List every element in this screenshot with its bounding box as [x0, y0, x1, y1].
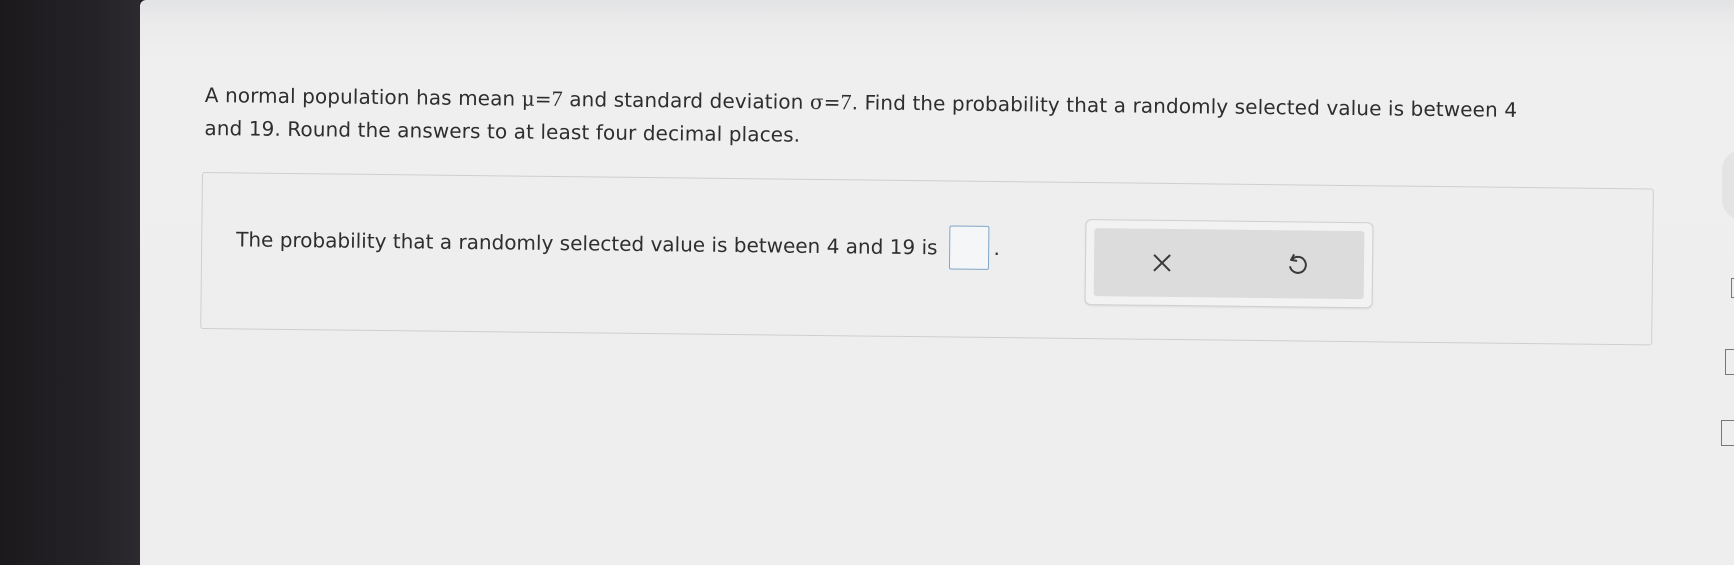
undo-button[interactable]	[1266, 239, 1327, 290]
close-icon	[1152, 254, 1171, 272]
mu-value: 7	[551, 85, 563, 112]
question-text-part4: and 19. Round the answers to at least fo…	[204, 115, 801, 147]
answer-tools	[1084, 219, 1374, 309]
sigma-symbol: σ	[809, 89, 824, 115]
undo-icon	[1288, 253, 1307, 274]
question-text-part2: and standard deviation	[562, 87, 811, 114]
answer-panel: The probability that a randomly selected…	[200, 172, 1654, 346]
equals-sign-1: =	[534, 86, 552, 111]
answer-tools-toolbar	[1093, 228, 1365, 300]
answer-period: .	[993, 235, 1001, 261]
mu-symbol: μ	[521, 86, 535, 111]
answer-line: The probability that a randomly selected…	[236, 217, 1000, 270]
question-text-part1: A normal population has mean	[204, 82, 522, 111]
side-toolbar-icon-3[interactable]	[1721, 420, 1734, 446]
equals-sign-2: =	[823, 90, 841, 115]
sigma-value: 7	[840, 89, 852, 115]
answer-prompt: The probability that a randomly selected…	[236, 227, 938, 260]
question-text-part3: . Find the probability that a randomly s…	[851, 90, 1518, 122]
monitor-bezel	[0, 0, 140, 565]
side-toolbar-icon-2[interactable]	[1725, 349, 1734, 375]
clear-button[interactable]	[1131, 238, 1192, 289]
answer-input[interactable]	[949, 225, 990, 270]
side-panel-tab[interactable]	[1722, 150, 1734, 220]
